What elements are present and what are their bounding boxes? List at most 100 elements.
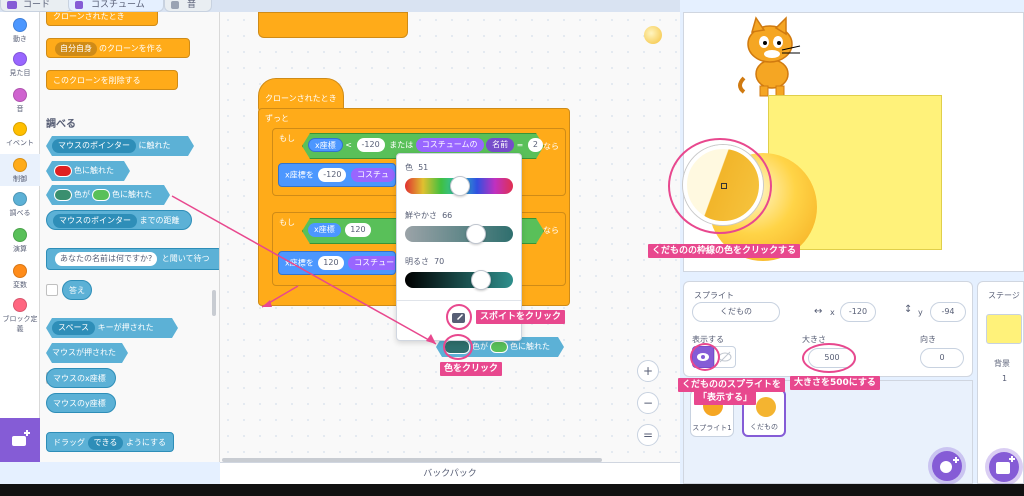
backdrop-plus-icon [996,456,1015,474]
palette-scrollbar[interactable] [212,290,216,316]
ask-and-wait-block[interactable]: あなたの名前は何ですか? と聞いて待つ [46,248,219,270]
annotation-ring-show [690,343,720,371]
annotation-ring-size [802,343,856,373]
condition-1-text: x座標 < -120 または コスチュームの 名前 = 2 [308,138,545,152]
annotation-ring-magnifier [668,138,772,234]
backdrop-label: 背景 [994,359,1010,368]
backdrop-count: 1 [1002,374,1008,383]
saturation-slider[interactable] [405,226,513,242]
when-cloned-block[interactable]: クローンされたとき [46,12,158,26]
cat-plus-icon [940,457,959,473]
category-sound[interactable]: 音 [0,88,40,114]
add-backdrop-button[interactable] [989,452,1019,482]
divider [397,300,521,301]
operators-dot-icon [13,228,27,242]
direction-label: 向き [920,335,936,344]
extension-icon [12,430,30,446]
block-palette: クローンされたとき 自分自身 のクローンを作る このクローンを削除する 調べる マ… [40,12,220,462]
control-dot-icon [13,158,27,172]
answer-checkbox[interactable] [46,284,58,296]
touching-color-block[interactable]: 色に触れた [46,161,130,181]
create-clone-block[interactable]: 自分自身 のクローンを作る [46,38,190,58]
zoom-in-icon: + [642,364,654,378]
set-x-block-2[interactable]: x座標を 120 コスチュー [278,251,396,275]
direction-field[interactable]: 0 [920,348,964,368]
key-pressed-block[interactable]: スペース キーが押された [46,318,178,338]
bottom-bar [0,484,1024,496]
hue-slider-handle[interactable] [450,176,471,196]
condition-2-text: x座標 120 [308,223,373,237]
color-swatch[interactable] [92,189,110,201]
x-label: x [830,308,835,317]
annotation-ring-color [443,334,473,360]
my-blocks-dot-icon [13,298,27,312]
cat-sprite[interactable] [734,16,806,98]
speaker-icon [171,1,179,9]
category-operators[interactable]: 演算 [0,228,40,254]
mouse-x-reporter[interactable]: マウスのx座標 [46,368,116,388]
zoom-reset-button[interactable]: = [637,424,659,446]
category-menu: 動き 見た目 音 イベント 制御 調べる 演算 変数 ブロック定義 [0,12,40,462]
annotation-ring-eyedropper [446,304,472,330]
sensing-section-heading: 調べる [46,119,76,130]
note-show-sprite-1: くだもののスプライトを [678,378,786,392]
touching-object-block[interactable]: マウスのポインター に触れた [46,136,194,156]
zoom-reset-icon: = [642,428,654,442]
sensing-dot-icon [13,192,27,206]
set-x-block-1[interactable]: x座標を -120 コスチュ [278,163,396,187]
distance-to-block[interactable]: マウスのポインター までの距離 [46,210,192,230]
y-arrows-icon: ↕ [904,304,913,315]
script-fragment[interactable] [258,12,408,38]
category-variables[interactable]: 変数 [0,264,40,290]
motion-dot-icon [13,18,27,32]
color-touching-color-block[interactable]: 色が 色に触れた [46,185,170,205]
sound-dot-icon [13,88,27,102]
sprite-header: スプライト [694,291,734,300]
backdrop-thumbnail[interactable] [986,314,1022,344]
add-sprite-button[interactable] [932,451,962,481]
when-cloned-hat[interactable]: クローンされたとき [258,78,344,112]
color-swatch[interactable] [54,165,72,177]
category-control[interactable]: 制御 [0,154,40,186]
note-show-sprite-2: 「表示する」 [694,391,757,405]
zoom-in-button[interactable]: + [637,360,659,382]
y-position-field[interactable]: -94 [930,302,966,322]
brightness-label: 明るさ 70 [405,257,445,266]
looks-dot-icon [13,52,27,66]
answer-reporter[interactable]: 答え [62,280,92,300]
zoom-out-button[interactable]: − [637,392,659,414]
category-motion[interactable]: 動き [0,18,40,44]
fruit-thumbnail-icon [756,397,776,417]
sprite-indicator-icon [644,26,662,44]
category-looks[interactable]: 見た目 [0,52,40,78]
add-extension-button[interactable] [0,418,40,462]
code-icon [7,1,17,9]
brush-icon [75,1,83,9]
note-eyedropper: スポイトをクリック [476,310,566,324]
x-position-field[interactable]: -120 [840,302,876,322]
color-swatch[interactable] [54,189,72,201]
set-drag-mode-block[interactable]: ドラッグ できる ようにする [46,432,174,452]
note-click-color: 色をクリック [440,362,503,376]
category-sensing[interactable]: 調べる [0,192,40,218]
stage-pane: ステージ 背景 1 [977,281,1024,484]
brightness-slider[interactable] [405,272,513,288]
tab-costumes[interactable]: コスチューム [68,0,164,12]
sprite-name-field[interactable]: くだもの [692,302,780,322]
brightness-slider-handle[interactable] [470,270,491,290]
stage-header: ステージ [988,291,1020,300]
x-arrows-icon: ↔ [814,306,823,317]
tab-sounds[interactable]: 音 [164,0,212,12]
note-outline-color: くだものの枠線の色をクリックする [648,244,801,258]
zoom-out-icon: − [642,396,654,410]
mouse-y-reporter[interactable]: マウスのy座標 [46,393,116,413]
y-label: y [918,308,923,317]
tab-code[interactable]: コード [0,0,72,12]
category-my-blocks[interactable]: ブロック定義 [0,298,40,334]
delete-clone-block[interactable]: このクローンを削除する [46,70,178,90]
saturation-label: 鮮やかさ 66 [405,211,453,220]
mouse-down-block[interactable]: マウスが押された [46,343,128,363]
color-swatch[interactable] [490,341,508,353]
category-events[interactable]: イベント [0,122,40,148]
backpack-header[interactable]: バックパック [220,462,680,484]
